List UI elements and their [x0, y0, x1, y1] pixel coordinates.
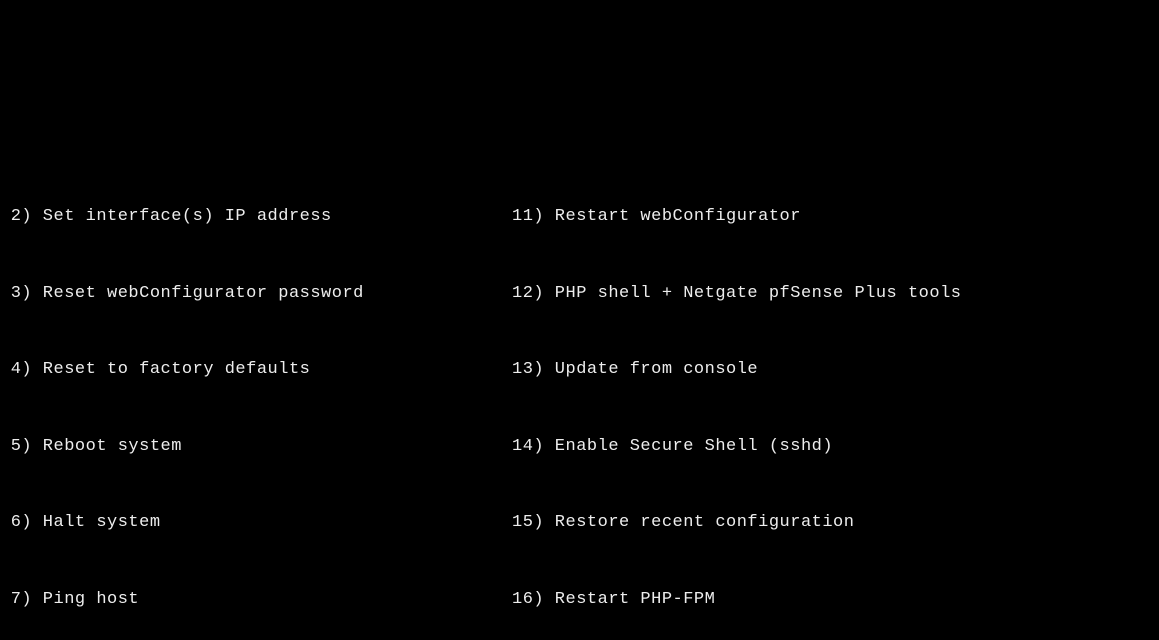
menu-row: 7) Ping host 16) Restart PHP-FPM	[0, 587, 1159, 613]
menu-row: 6) Halt system 15) Restore recent config…	[0, 510, 1159, 536]
menu-item-3: 3) Reset webConfigurator password	[0, 281, 512, 307]
menu-row: 2) Set interface(s) IP address 11) Resta…	[0, 204, 1159, 230]
menu-item-15: 15) Restore recent configuration	[512, 510, 854, 536]
terminal[interactable]: 2) Set interface(s) IP address 11) Resta…	[0, 128, 1159, 640]
menu-item-12: 12) PHP shell + Netgate pfSense Plus too…	[512, 281, 961, 307]
menu-item-11: 11) Restart webConfigurator	[512, 204, 801, 230]
menu-item-14: 14) Enable Secure Shell (sshd)	[512, 434, 833, 460]
menu-item-4: 4) Reset to factory defaults	[0, 357, 512, 383]
menu-row: 5) Reboot system 14) Enable Secure Shell…	[0, 434, 1159, 460]
menu-item-7: 7) Ping host	[0, 587, 512, 613]
menu-item-2: 2) Set interface(s) IP address	[0, 204, 512, 230]
menu-item-13: 13) Update from console	[512, 357, 758, 383]
menu-item-16: 16) Restart PHP-FPM	[512, 587, 715, 613]
menu-item-5: 5) Reboot system	[0, 434, 512, 460]
menu-row: 3) Reset webConfigurator password 12) PH…	[0, 281, 1159, 307]
menu-item-6: 6) Halt system	[0, 510, 512, 536]
menu-row: 4) Reset to factory defaults 13) Update …	[0, 357, 1159, 383]
